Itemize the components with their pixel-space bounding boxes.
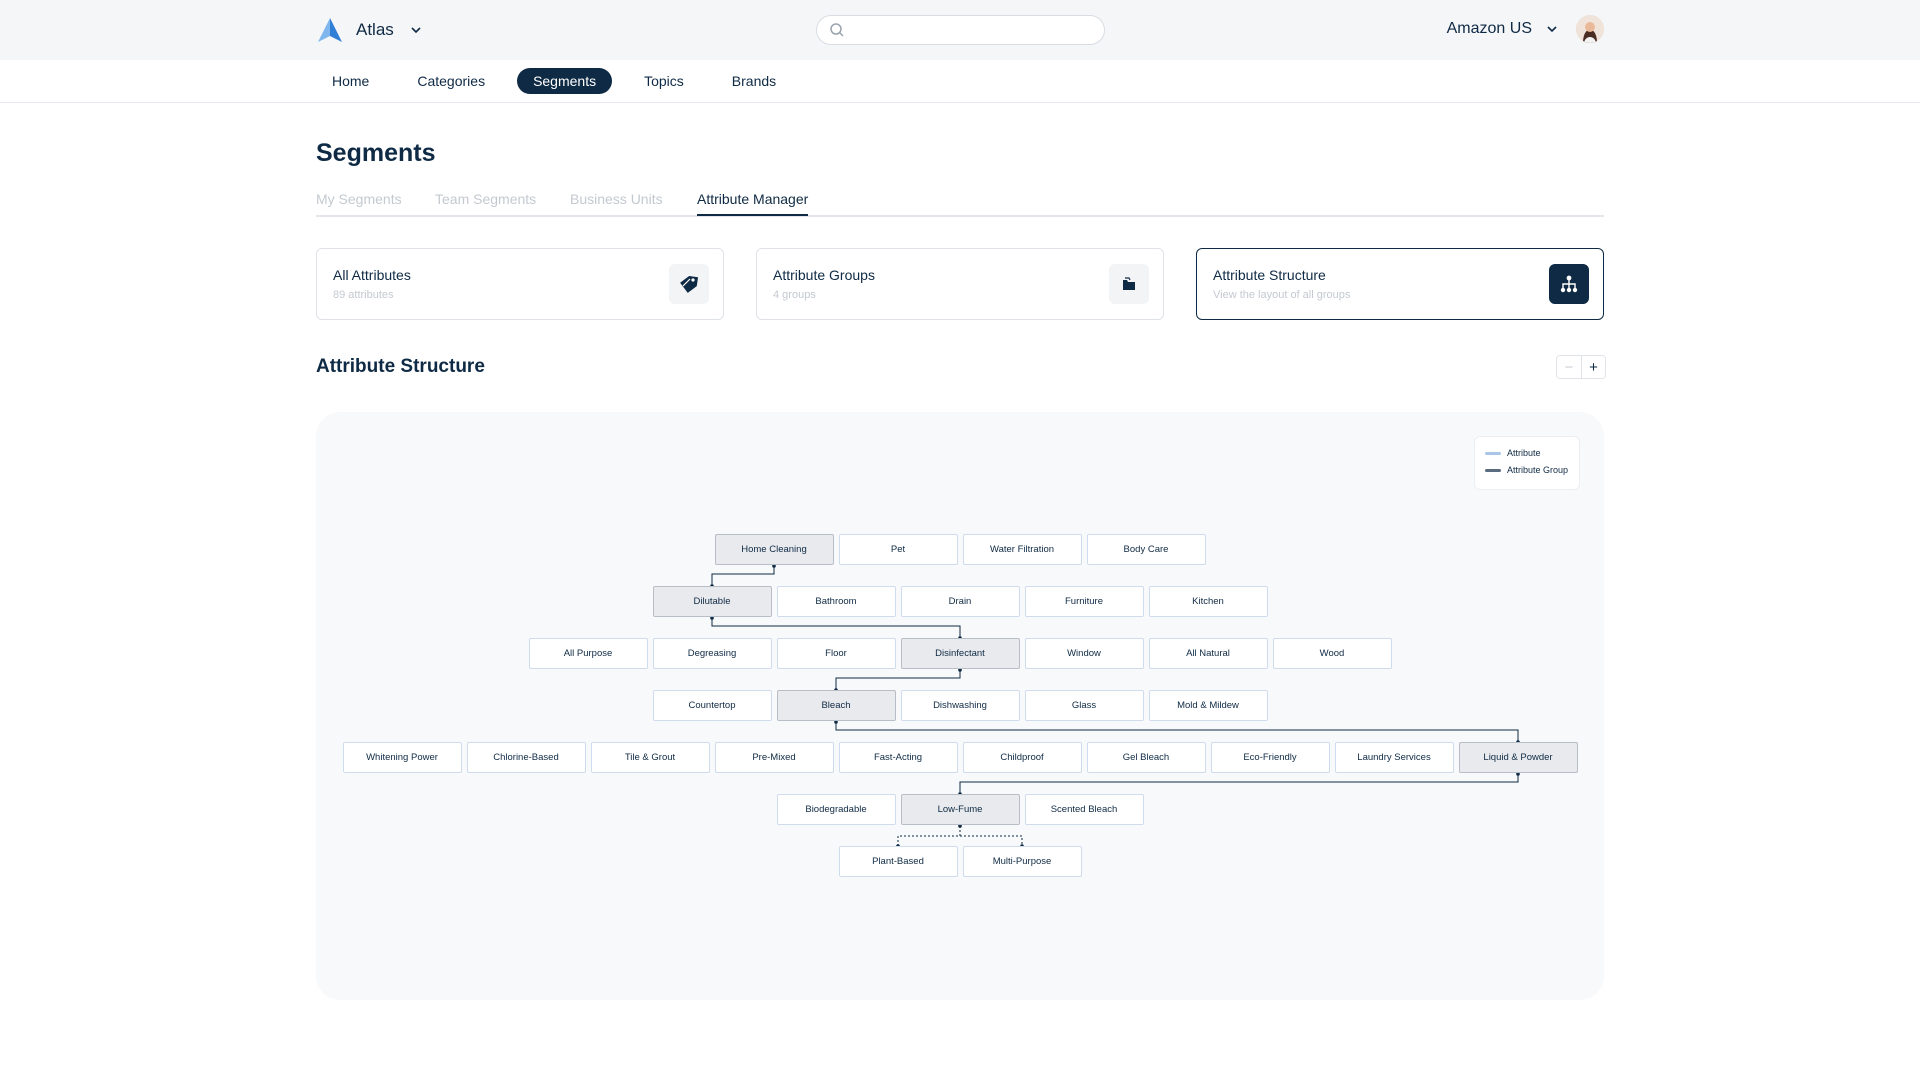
atlas-logo-icon bbox=[318, 18, 342, 42]
page-title: Segments bbox=[316, 139, 436, 167]
attribute-node[interactable]: Mold & Mildew bbox=[1148, 690, 1268, 721]
card-title: Attribute Groups bbox=[773, 267, 875, 283]
attribute-node[interactable]: Whitening Power bbox=[342, 742, 462, 773]
attribute-node[interactable]: Childproof bbox=[962, 742, 1082, 773]
attribute-group-node[interactable]: Dilutable bbox=[652, 586, 772, 617]
account-name: Amazon US bbox=[1446, 20, 1532, 37]
attribute-group-node[interactable]: Disinfectant bbox=[900, 638, 1020, 669]
tab-team-segments[interactable]: Team Segments bbox=[435, 191, 536, 213]
legend-attribute-group: Attribute Group bbox=[1485, 465, 1568, 475]
card-title: All Attributes bbox=[333, 267, 411, 283]
nav-segments[interactable]: Segments bbox=[517, 68, 613, 94]
attribute-node[interactable]: Dishwashing bbox=[900, 690, 1020, 721]
attribute-node[interactable]: Scented Bleach bbox=[1024, 794, 1144, 825]
structure-legend: Attribute Attribute Group bbox=[1474, 436, 1580, 490]
attribute-node[interactable]: Kitchen bbox=[1148, 586, 1268, 617]
user-avatar-icon bbox=[1576, 15, 1604, 43]
attribute-node[interactable]: Body Care bbox=[1086, 534, 1206, 565]
top-bar: Atlas Amazon US bbox=[0, 0, 1920, 60]
attribute-node[interactable]: Tile & Grout bbox=[590, 742, 710, 773]
avatar[interactable] bbox=[1576, 15, 1604, 43]
attribute-node[interactable]: Glass bbox=[1024, 690, 1144, 721]
tab-my-segments[interactable]: My Segments bbox=[316, 191, 402, 213]
legend-label: Attribute bbox=[1507, 448, 1541, 458]
attribute-node[interactable]: Pre-Mixed bbox=[714, 742, 834, 773]
legend-swatch bbox=[1485, 468, 1501, 472]
attribute-group-node[interactable]: Liquid & Powder bbox=[1458, 742, 1578, 773]
card-subtitle: 89 attributes bbox=[333, 289, 394, 301]
attribute-groups-card[interactable]: Attribute Groups 4 groups bbox=[756, 248, 1164, 320]
card-title: Attribute Structure bbox=[1213, 267, 1326, 283]
zoom-in-button[interactable]: + bbox=[1581, 356, 1605, 378]
attribute-node[interactable]: All Purpose bbox=[528, 638, 648, 669]
attribute-node[interactable]: Countertop bbox=[652, 690, 772, 721]
search-input[interactable] bbox=[853, 20, 1093, 40]
app-name: Atlas bbox=[356, 20, 394, 39]
attribute-node[interactable]: Pet bbox=[838, 534, 958, 565]
attribute-node[interactable]: Water Filtration bbox=[962, 534, 1082, 565]
attribute-structure-card[interactable]: Attribute Structure View the layout of a… bbox=[1196, 248, 1604, 320]
nav-categories[interactable]: Categories bbox=[401, 68, 501, 94]
section-title: Attribute Structure bbox=[316, 356, 485, 377]
legend-swatch bbox=[1485, 451, 1501, 455]
card-subtitle: 4 groups bbox=[773, 289, 816, 301]
tab-business-units[interactable]: Business Units bbox=[570, 191, 663, 213]
attribute-group-node[interactable]: Bleach bbox=[776, 690, 896, 721]
attribute-node[interactable]: Furniture bbox=[1024, 586, 1144, 617]
attribute-group-node[interactable]: Low-Fume bbox=[900, 794, 1020, 825]
chevron-down-icon bbox=[1547, 26, 1557, 33]
attribute-node[interactable]: Gel Bleach bbox=[1086, 742, 1206, 773]
attribute-node[interactable]: Wood bbox=[1272, 638, 1392, 669]
attribute-node[interactable]: Plant-Based bbox=[838, 846, 958, 877]
chevron-down-icon bbox=[411, 27, 421, 34]
search-box[interactable] bbox=[816, 15, 1105, 45]
nav-home[interactable]: Home bbox=[316, 68, 385, 94]
account-switcher[interactable]: Amazon US bbox=[1447, 15, 1604, 43]
attribute-node[interactable]: Laundry Services bbox=[1334, 742, 1454, 773]
nav-brands[interactable]: Brands bbox=[716, 68, 792, 94]
segment-tabs: My Segments Team Segments Business Units… bbox=[316, 190, 1604, 217]
attribute-node[interactable]: Eco-Friendly bbox=[1210, 742, 1330, 773]
nav-topics[interactable]: Topics bbox=[628, 68, 700, 94]
card-subtitle: View the layout of all groups bbox=[1213, 289, 1351, 301]
hierarchy-icon bbox=[1549, 264, 1589, 304]
attribute-node[interactable]: Biodegradable bbox=[776, 794, 896, 825]
attribute-node[interactable]: Window bbox=[1024, 638, 1144, 669]
zoom-controls: − + bbox=[1556, 355, 1606, 379]
attribute-node[interactable]: Degreasing bbox=[652, 638, 772, 669]
main-nav: Home Categories Segments Topics Brands bbox=[0, 60, 1920, 103]
attribute-node[interactable]: Chlorine-Based bbox=[466, 742, 586, 773]
attribute-node[interactable]: Bathroom bbox=[776, 586, 896, 617]
legend-attribute: Attribute bbox=[1485, 448, 1541, 458]
zoom-out-button[interactable]: − bbox=[1557, 356, 1581, 378]
attribute-node[interactable]: Floor bbox=[776, 638, 896, 669]
attribute-node[interactable]: All Natural bbox=[1148, 638, 1268, 669]
search-icon bbox=[830, 23, 844, 37]
attribute-node[interactable]: Fast-Acting bbox=[838, 742, 958, 773]
attribute-node[interactable]: Multi-Purpose bbox=[962, 846, 1082, 877]
all-attributes-card[interactable]: All Attributes 89 attributes bbox=[316, 248, 724, 320]
attribute-node[interactable]: Drain bbox=[900, 586, 1020, 617]
app-switcher[interactable]: Atlas bbox=[316, 16, 422, 44]
tag-icon bbox=[669, 264, 709, 304]
attribute-group-node[interactable]: Home Cleaning bbox=[714, 534, 834, 565]
folder-icon bbox=[1109, 264, 1149, 304]
legend-label: Attribute Group bbox=[1507, 465, 1569, 475]
tab-attribute-manager[interactable]: Attribute Manager bbox=[697, 191, 809, 216]
